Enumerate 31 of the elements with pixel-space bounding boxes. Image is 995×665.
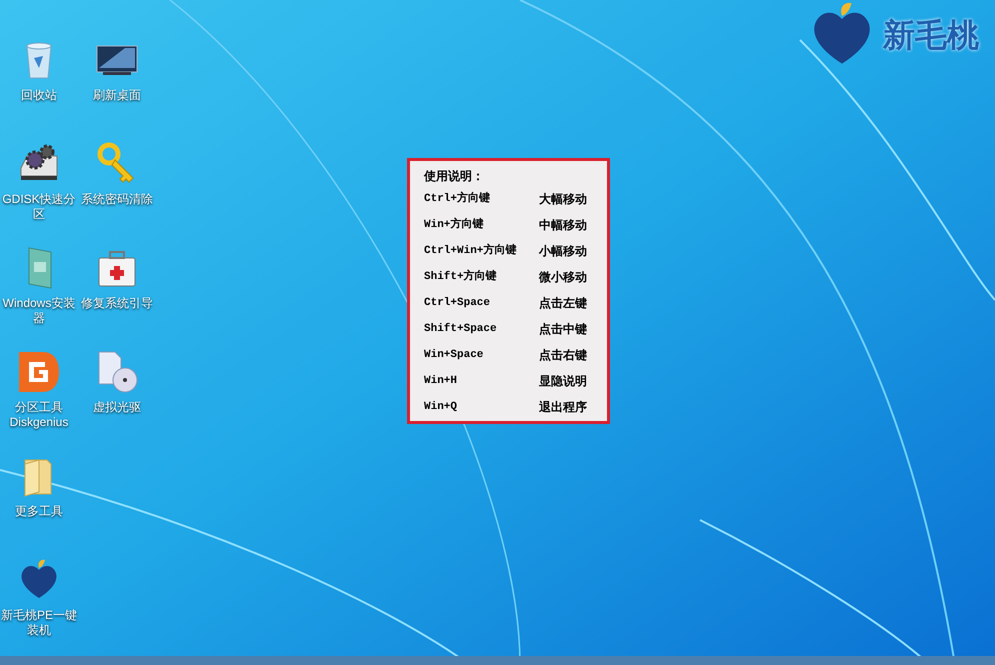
desktop-icon-label[interactable]: 分区工具Diskgenius [1, 400, 77, 430]
desktop-icon-label[interactable]: 更多工具 [1, 504, 77, 519]
shortcut-action: 显隐说明 [539, 373, 587, 390]
shortcut-action: 点击中键 [539, 321, 587, 338]
popup-title: 使用说明： [424, 168, 485, 185]
shortcut-action: 小幅移动 [539, 243, 587, 260]
shortcut-keys: Win+方向键 [424, 216, 539, 234]
shortcut-keys: Win+Space [424, 346, 539, 364]
disk-tool-icon [17, 350, 61, 394]
shortcut-action: 点击左键 [539, 295, 587, 312]
desktop-icon-label[interactable]: 系统密码清除 [79, 192, 155, 207]
desktop-icon-label[interactable]: 刷新桌面 [79, 88, 155, 103]
shortcut-keys: Ctrl+方向键 [424, 190, 539, 208]
logo-text: 新毛桃 [883, 16, 979, 55]
desktop-icon-label[interactable]: GDISK快速分区 [1, 192, 77, 222]
shortcut-keys: Win+Q [424, 398, 539, 416]
shortcut-action: 微小移动 [539, 269, 587, 286]
shortcut-keys: Ctrl+Space [424, 294, 539, 312]
shortcut-keys: Shift+方向键 [424, 268, 539, 286]
shortcut-action: 退出程序 [539, 399, 587, 416]
desktop-icon-label[interactable]: Windows安装器 [1, 296, 77, 326]
desktop-icon-label[interactable]: 修复系统引导 [79, 296, 155, 311]
desktop-icon-label[interactable]: 虚拟光驱 [79, 400, 155, 415]
shortcut-keys: Ctrl+Win+方向键 [424, 242, 539, 260]
shortcut-keys: Win+H [424, 372, 539, 390]
shortcut-keys: Shift+Space [424, 320, 539, 338]
shortcut-action: 点击右键 [539, 347, 587, 364]
shortcut-action: 大幅移动 [539, 191, 587, 208]
desktop-icon-label[interactable]: 回收站 [1, 88, 77, 103]
shortcut-action: 中幅移动 [539, 217, 587, 234]
desktop-icon-label[interactable]: 新毛桃PE一键装机 [1, 608, 77, 638]
